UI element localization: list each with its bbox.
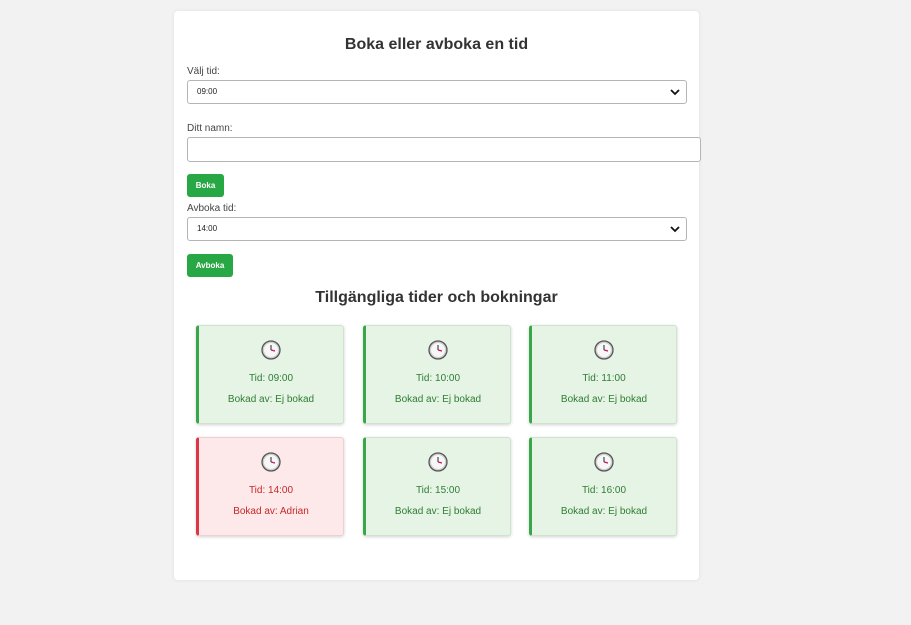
slot-time: Tid: 11:00 <box>582 373 626 384</box>
slot-booker: Bokad av: Adrian <box>233 506 309 517</box>
slot-time: Tid: 14:00 <box>248 485 294 496</box>
clock-icon <box>261 340 281 360</box>
slot-time: Tid: 16:00 <box>581 485 627 496</box>
slots-title: Tillgängliga tider och bokningar <box>315 289 558 306</box>
clock-icon <box>594 452 614 472</box>
page-title: Boka eller avboka en tid <box>344 36 529 53</box>
slot-card: Tid: 15:00 Bokad av: Ej bokad <box>363 437 511 536</box>
slot-booker: Bokad av: Ej bokad <box>560 506 648 517</box>
slot-card: Tid: 11:00 Bokad av: Ej bokad <box>529 325 677 424</box>
clock-icon <box>261 452 281 472</box>
slot-card: Tid: 09:00 Bokad av: Ej bokad <box>196 325 344 424</box>
slot-time: Tid: 10:00 <box>415 373 461 384</box>
slot-booker: Bokad av: Ej bokad <box>394 394 482 405</box>
cancel-select-value: 14:00 <box>197 224 218 233</box>
time-select-value: 09:00 <box>197 87 218 96</box>
slot-card: Tid: 14:00 Bokad av: Adrian <box>196 437 344 536</box>
time-select-label: Välj tid: <box>187 66 220 77</box>
slot-time: Tid: 09:00 <box>248 373 294 384</box>
cancel-select-label: Avboka tid: <box>187 203 237 214</box>
clock-icon <box>428 452 448 472</box>
booking-card: Boka eller avboka en tid Välj tid: 09:00… <box>174 11 701 580</box>
slot-card: Tid: 16:00 Bokad av: Ej bokad <box>529 437 677 536</box>
slot-booker: Bokad av: Ej bokad <box>394 506 482 517</box>
clock-icon <box>594 340 614 360</box>
slot-booker: Bokad av: Ej bokad <box>560 394 648 405</box>
slot-time: Tid: 15:00 <box>415 485 461 496</box>
name-input-label: Ditt namn: <box>187 123 233 134</box>
book-button[interactable]: Boka <box>187 174 224 197</box>
chevron-down-icon <box>670 226 680 233</box>
clock-icon <box>428 340 448 360</box>
time-select[interactable]: 09:00 <box>187 80 687 104</box>
chevron-down-icon <box>670 89 680 96</box>
cancel-select[interactable]: 14:00 <box>187 217 687 241</box>
slot-booker: Bokad av: Ej bokad <box>227 394 315 405</box>
name-input[interactable] <box>187 137 701 162</box>
cancel-button[interactable]: Avboka <box>187 254 233 277</box>
slot-card: Tid: 10:00 Bokad av: Ej bokad <box>363 325 511 424</box>
